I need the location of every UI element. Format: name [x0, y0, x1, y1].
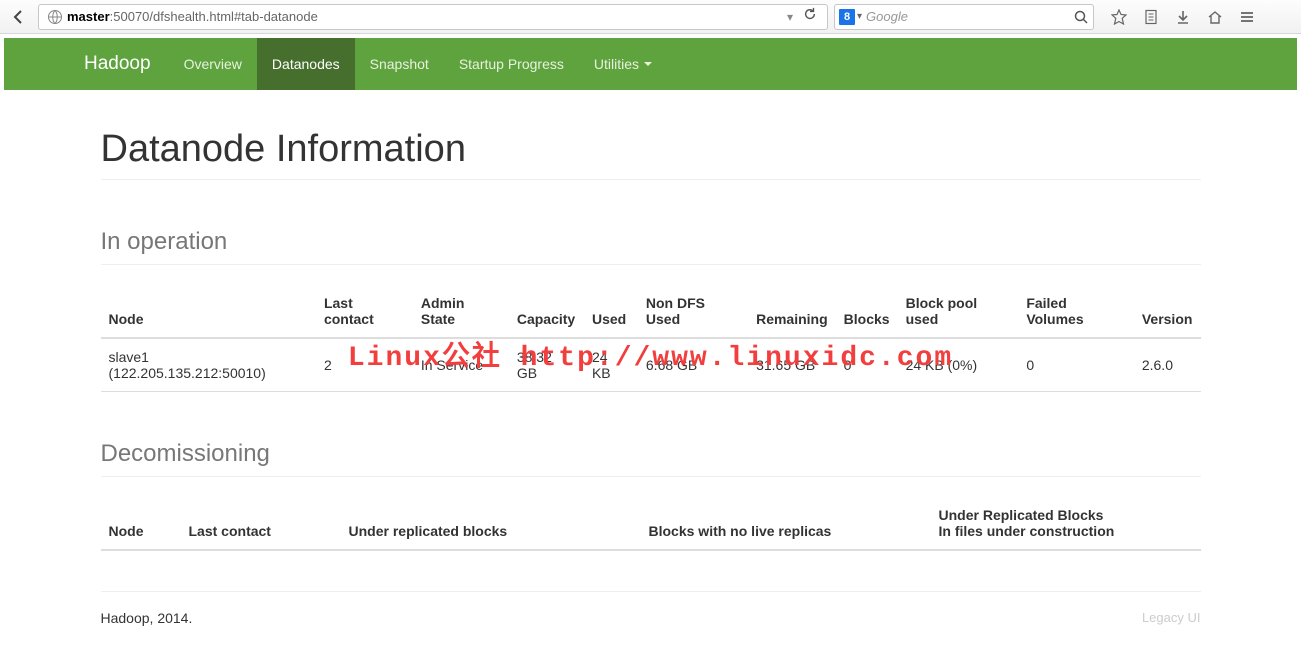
search-icon[interactable]: [1073, 9, 1089, 25]
browser-toolbar: master:50070/dfshealth.html#tab-datanode…: [0, 0, 1301, 34]
section-decommissioning-title: Decomissioning: [101, 440, 1201, 477]
page-title: Datanode Information: [101, 128, 1201, 180]
table-header: Under replicated blocks: [341, 497, 641, 550]
table-header: Admin State: [413, 285, 509, 338]
table-cell: 31.65 GB: [748, 338, 836, 392]
nav-item-datanodes[interactable]: Datanodes: [257, 38, 355, 90]
table-header: Under Replicated BlocksIn files under co…: [931, 497, 1201, 550]
back-button[interactable]: [6, 4, 32, 30]
table-header: Blocks with no live replicas: [641, 497, 931, 550]
table-cell: slave1 (122.205.135.212:50010): [101, 338, 316, 392]
nav-item-utilities[interactable]: Utilities: [579, 38, 667, 90]
table-cell: 38.32 GB: [509, 338, 584, 392]
table-header: Remaining: [748, 285, 836, 338]
section-in-operation-title: In operation: [101, 228, 1201, 265]
legacy-ui-link[interactable]: Legacy UI: [1142, 610, 1201, 626]
search-engine-icon: 8: [839, 9, 855, 25]
downloads-icon[interactable]: [1168, 4, 1198, 30]
decommissioning-table: NodeLast contactUnder replicated blocksB…: [101, 497, 1201, 551]
history-dropdown-icon[interactable]: ▾: [783, 10, 797, 24]
nav-item-startup-progress[interactable]: Startup Progress: [444, 38, 579, 90]
in-operation-table: NodeLast contactAdmin StateCapacityUsedN…: [101, 285, 1201, 392]
chevron-down-icon: [644, 62, 652, 66]
bookmark-icon[interactable]: [1104, 4, 1134, 30]
table-header: Used: [584, 285, 638, 338]
search-input[interactable]: 8 ▾ Google: [834, 4, 1094, 30]
table-cell: 2.6.0: [1134, 338, 1201, 392]
table-cell: 24 KB: [584, 338, 638, 392]
table-header: Non DFS Used: [638, 285, 748, 338]
table-row: slave1 (122.205.135.212:50010)2In Servic…: [101, 338, 1201, 392]
reload-button[interactable]: [797, 7, 823, 26]
table-header: Version: [1134, 285, 1201, 338]
search-placeholder: Google: [862, 9, 1073, 24]
table-header: Node: [101, 497, 181, 550]
table-header: Block pool used: [898, 285, 1019, 338]
url-input[interactable]: master:50070/dfshealth.html#tab-datanode…: [38, 4, 828, 30]
nav-item-snapshot[interactable]: Snapshot: [355, 38, 444, 90]
table-header: Last contact: [316, 285, 413, 338]
reading-list-icon[interactable]: [1136, 4, 1166, 30]
table-cell: In Service: [413, 338, 509, 392]
table-cell: 0: [1018, 338, 1134, 392]
footer-text: Hadoop, 2014.: [101, 610, 193, 626]
search-engine-dropdown-icon[interactable]: ▾: [855, 11, 862, 22]
table-header: Last contact: [181, 497, 341, 550]
table-header: Failed Volumes: [1018, 285, 1134, 338]
globe-icon: [47, 9, 63, 25]
navbar: Hadoop OverviewDatanodesSnapshotStartup …: [4, 38, 1297, 90]
brand[interactable]: Hadoop: [84, 38, 169, 90]
table-header: Node: [101, 285, 316, 338]
table-cell: 24 KB (0%): [898, 338, 1019, 392]
table-cell: 6.68 GB: [638, 338, 748, 392]
table-cell: 0: [836, 338, 898, 392]
table-header: Blocks: [836, 285, 898, 338]
nav-item-overview[interactable]: Overview: [169, 38, 257, 90]
table-cell: 2: [316, 338, 413, 392]
menu-icon[interactable]: [1232, 4, 1262, 30]
home-icon[interactable]: [1200, 4, 1230, 30]
url-text: master:50070/dfshealth.html#tab-datanode: [67, 9, 783, 24]
table-header: Capacity: [509, 285, 584, 338]
footer: Hadoop, 2014. Legacy UI: [101, 591, 1201, 644]
